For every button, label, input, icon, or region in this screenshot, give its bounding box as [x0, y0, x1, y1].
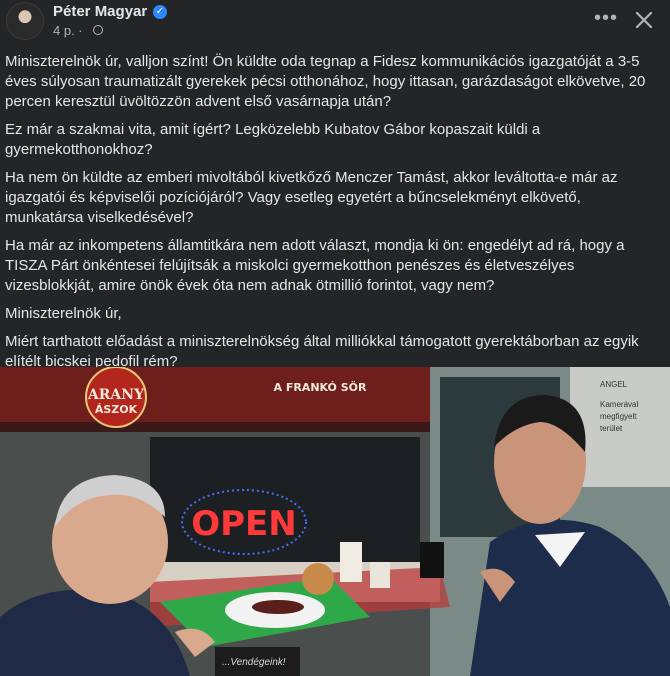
- post-paragraph: Ha már az inkompetens államtitkára nem a…: [5, 237, 625, 294]
- sign-slogan: A FRANKÓ SÖR: [273, 380, 367, 394]
- close-icon: [635, 11, 653, 29]
- close-button[interactable]: [628, 4, 660, 36]
- sign-brand-1: ARANY: [87, 387, 145, 403]
- post-paragraph: Miniszterelnök úr, valljon színt! Ön kül…: [5, 53, 646, 110]
- sign-camera-1: Kamerával: [600, 400, 638, 409]
- post-header: Péter Magyar ✓ 4 p. · •••: [0, 0, 670, 44]
- photo-scene: ARANY ÁSZOK A FRANKÓ SÖR OPEN ANGEL Kame…: [0, 367, 670, 676]
- author-avatar[interactable]: [6, 2, 44, 40]
- post-paragraph: Ez már a szakmai vita, amit ígért? Legkö…: [5, 121, 541, 158]
- post-photo[interactable]: ARANY ÁSZOK A FRANKÓ SÖR OPEN ANGEL Kame…: [0, 367, 670, 676]
- post-paragraph: Miért tarthatott előadást a minisztereln…: [5, 333, 639, 370]
- verified-badge-icon: ✓: [153, 5, 167, 19]
- sign-angel: ANGEL: [600, 380, 628, 389]
- sign-camera-3: terület: [600, 424, 623, 433]
- post-timestamp[interactable]: 4 p. ·: [53, 23, 83, 38]
- sign-brand-2: ÁSZOK: [95, 403, 138, 416]
- more-options-button[interactable]: •••: [588, 4, 624, 36]
- globe-icon: [93, 25, 103, 35]
- sign-camera-2: megfigyelt: [600, 412, 637, 421]
- neon-open-sign: OPEN: [191, 504, 297, 544]
- author-name[interactable]: Péter Magyar: [53, 3, 147, 20]
- post-body-text: Miniszterelnök úr, valljon színt! Ön kül…: [5, 52, 663, 380]
- post-paragraph: Miniszterelnök úr,: [5, 305, 122, 322]
- bottom-sign-text: ...Vendégeink!: [222, 657, 286, 668]
- post-paragraph: Ha nem ön küldte az emberi mivoltából ki…: [5, 169, 618, 226]
